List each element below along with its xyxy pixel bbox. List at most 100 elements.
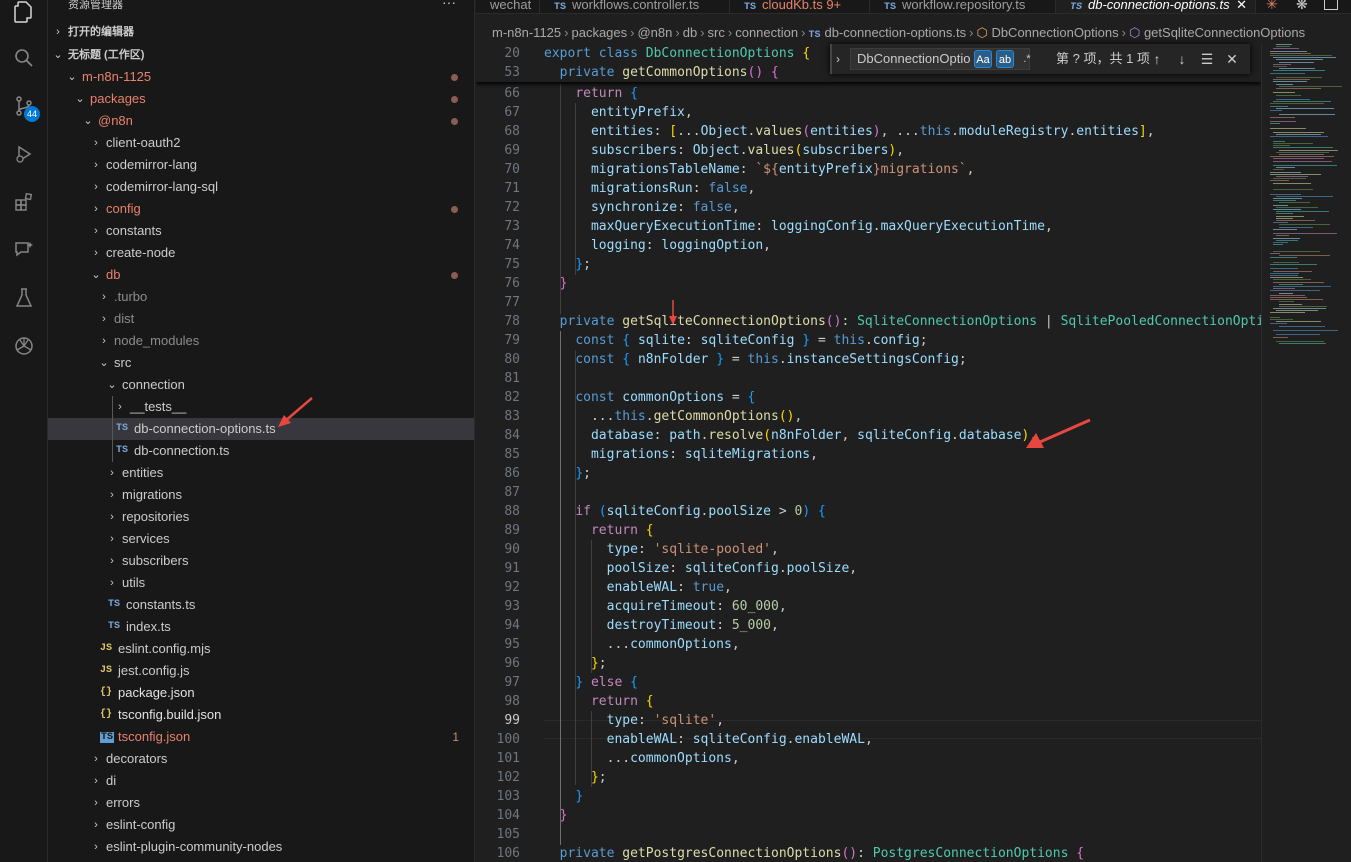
tree-item[interactable]: › decorators <box>48 748 474 770</box>
tree-item[interactable]: › eslint-config <box>48 814 474 836</box>
whole-word-button[interactable]: ab <box>996 50 1014 68</box>
testing-icon[interactable] <box>0 276 48 320</box>
files-icon[interactable] <box>0 0 48 34</box>
chevron-right-icon[interactable]: › <box>88 242 104 264</box>
code-line[interactable]: ...commonOptions, <box>544 635 740 654</box>
tree-item[interactable]: TS constants.ts <box>48 594 474 616</box>
tree-item[interactable]: TS index.ts <box>48 616 474 638</box>
tree-item[interactable]: › codemirror-lang-sql <box>48 176 474 198</box>
workspace-section[interactable]: ⌄ 无标题 (工作区) <box>48 44 474 66</box>
tree-item[interactable]: › node_modules <box>48 330 474 352</box>
sticky-code-line[interactable]: export class DbConnectionOptions { <box>544 44 810 63</box>
previous-match-icon[interactable]: ↑ <box>1148 50 1166 68</box>
breadcrumb-item[interactable]: src <box>708 25 725 40</box>
tree-item[interactable]: › create-node <box>48 242 474 264</box>
chevron-right-icon[interactable]: › <box>88 220 104 242</box>
editor-tab[interactable]: TS cloudKb.ts 9+ <box>730 0 870 13</box>
chevron-right-icon[interactable]: › <box>88 792 104 814</box>
chevron-right-icon[interactable]: › <box>104 528 120 550</box>
code-line[interactable]: private getPostgresConnectionOptions(): … <box>544 844 1084 862</box>
tree-item[interactable]: TS tsconfig.json 1 <box>48 726 474 748</box>
chevron-down-icon[interactable]: ⌄ <box>96 352 112 374</box>
breadcrumb-item[interactable]: @n8n <box>637 25 672 40</box>
chevron-down-icon[interactable]: ⌄ <box>88 264 104 286</box>
chevron-right-icon[interactable]: › <box>96 308 112 330</box>
code-line[interactable]: entities: [...Object.values(entities), .… <box>544 122 1155 141</box>
tree-item[interactable]: › di <box>48 770 474 792</box>
tree-item[interactable]: ⌄ connection <box>48 374 474 396</box>
chevron-right-icon[interactable]: › <box>88 770 104 792</box>
breadcrumb-item[interactable]: db <box>683 25 697 40</box>
tree-item[interactable]: › entities <box>48 462 474 484</box>
chevron-down-icon[interactable]: ⌄ <box>64 66 80 88</box>
chevron-right-icon[interactable]: › <box>88 836 104 858</box>
code-line[interactable]: acquireTimeout: 60_000, <box>544 597 787 616</box>
code-line[interactable]: database: path.resolve(n8nFolder, sqlite… <box>544 426 1037 445</box>
code-line[interactable]: migrationsTableName: `${entityPrefix}mig… <box>544 160 975 179</box>
run-debug-icon[interactable] <box>0 132 48 176</box>
tree-item[interactable]: › repositories <box>48 506 474 528</box>
minimap[interactable] <box>1261 44 1351 862</box>
tree-item[interactable]: JS jest.config.js <box>48 660 474 682</box>
code-line[interactable]: const { n8nFolder } = this.instanceSetti… <box>544 350 966 369</box>
code-line[interactable]: enableWAL: sqliteConfig.enableWAL, <box>544 730 873 749</box>
tree-item[interactable]: › config <box>48 198 474 220</box>
chevron-right-icon[interactable]: › <box>88 132 104 154</box>
chevron-right-icon[interactable]: › <box>88 748 104 770</box>
chevron-right-icon[interactable]: › <box>88 814 104 836</box>
breadcrumb-item[interactable]: m-n8n-1125 <box>492 25 561 40</box>
code-line[interactable]: type: 'sqlite', <box>544 711 724 730</box>
tree-item[interactable]: › dist <box>48 308 474 330</box>
tree-item[interactable]: ⌄ @n8n <box>48 110 474 132</box>
tree-item[interactable]: › .turbo <box>48 286 474 308</box>
open-editors-section[interactable]: › 打开的编辑器 <box>48 21 474 43</box>
tree-item[interactable]: › subscribers <box>48 550 474 572</box>
code-line[interactable]: } <box>544 274 568 293</box>
breadcrumb-item[interactable]: packages <box>571 25 627 40</box>
code-line[interactable]: } <box>544 787 583 806</box>
editor-tab[interactable]: TS db-connection-options.ts ✕ <box>1056 0 1256 13</box>
tree-item[interactable]: ⌄ m-n8n-1125 <box>48 66 474 88</box>
tree-item[interactable]: ⌄ db <box>48 264 474 286</box>
openai-icon[interactable]: ❋ <box>1296 0 1308 13</box>
tree-item[interactable]: › constants <box>48 220 474 242</box>
tree-item[interactable]: › codemirror-lang <box>48 154 474 176</box>
extensions-icon[interactable] <box>0 180 48 224</box>
chevron-right-icon[interactable]: › <box>88 154 104 176</box>
code-line[interactable]: } else { <box>544 673 638 692</box>
code-line[interactable]: if (sqliteConfig.poolSize > 0) { <box>544 502 825 521</box>
search-icon[interactable] <box>0 36 48 80</box>
find-in-selection-icon[interactable]: ☰ <box>1198 50 1216 68</box>
chevron-right-icon[interactable]: › <box>104 462 120 484</box>
chevron-right-icon[interactable]: › <box>96 330 112 352</box>
code-line[interactable]: subscribers: Object.values(subscribers), <box>544 141 904 160</box>
claude-icon[interactable]: ✳ <box>1266 0 1278 13</box>
chevron-right-icon[interactable]: › <box>88 176 104 198</box>
tree-item[interactable]: JS eslint.config.mjs <box>48 638 474 660</box>
breadcrumb-item[interactable]: connection <box>735 25 798 40</box>
code-line[interactable]: } <box>544 806 568 825</box>
close-find-icon[interactable]: ✕ <box>1223 50 1241 68</box>
toggle-replace-icon[interactable]: › <box>836 44 840 74</box>
split-editor-icon[interactable] <box>1324 0 1338 10</box>
tree-item[interactable]: › client-oauth2 <box>48 132 474 154</box>
code-line[interactable]: return { <box>544 84 638 103</box>
next-match-icon[interactable]: ↓ <box>1173 50 1191 68</box>
tree-item[interactable]: {} package.json <box>48 682 474 704</box>
chevron-right-icon[interactable]: › <box>104 484 120 506</box>
breadcrumb-item[interactable]: DbConnectionOptions <box>991 25 1118 40</box>
code-line[interactable]: destroyTimeout: 5_000, <box>544 616 779 635</box>
code-line[interactable]: type: 'sqlite-pooled', <box>544 540 779 559</box>
tree-item[interactable]: › utils <box>48 572 474 594</box>
breadcrumb-item[interactable]: getSqliteConnectionOptions <box>1144 25 1305 40</box>
code-line[interactable]: }; <box>544 464 591 483</box>
chevron-right-icon[interactable]: › <box>104 550 120 572</box>
tree-item[interactable]: ⌄ src <box>48 352 474 374</box>
code-line[interactable]: }; <box>544 255 591 274</box>
more-actions-icon[interactable]: ··· <box>442 0 456 10</box>
tree-item[interactable]: {} tsconfig.build.json <box>48 704 474 726</box>
code-line[interactable]: private getSqliteConnectionOptions(): Sq… <box>544 312 1261 331</box>
editor-tab[interactable]: TS workflow.repository.ts <box>870 0 1056 13</box>
match-case-button[interactable]: Aa <box>974 50 992 68</box>
editor-tab[interactable]: wechat <box>476 0 540 13</box>
